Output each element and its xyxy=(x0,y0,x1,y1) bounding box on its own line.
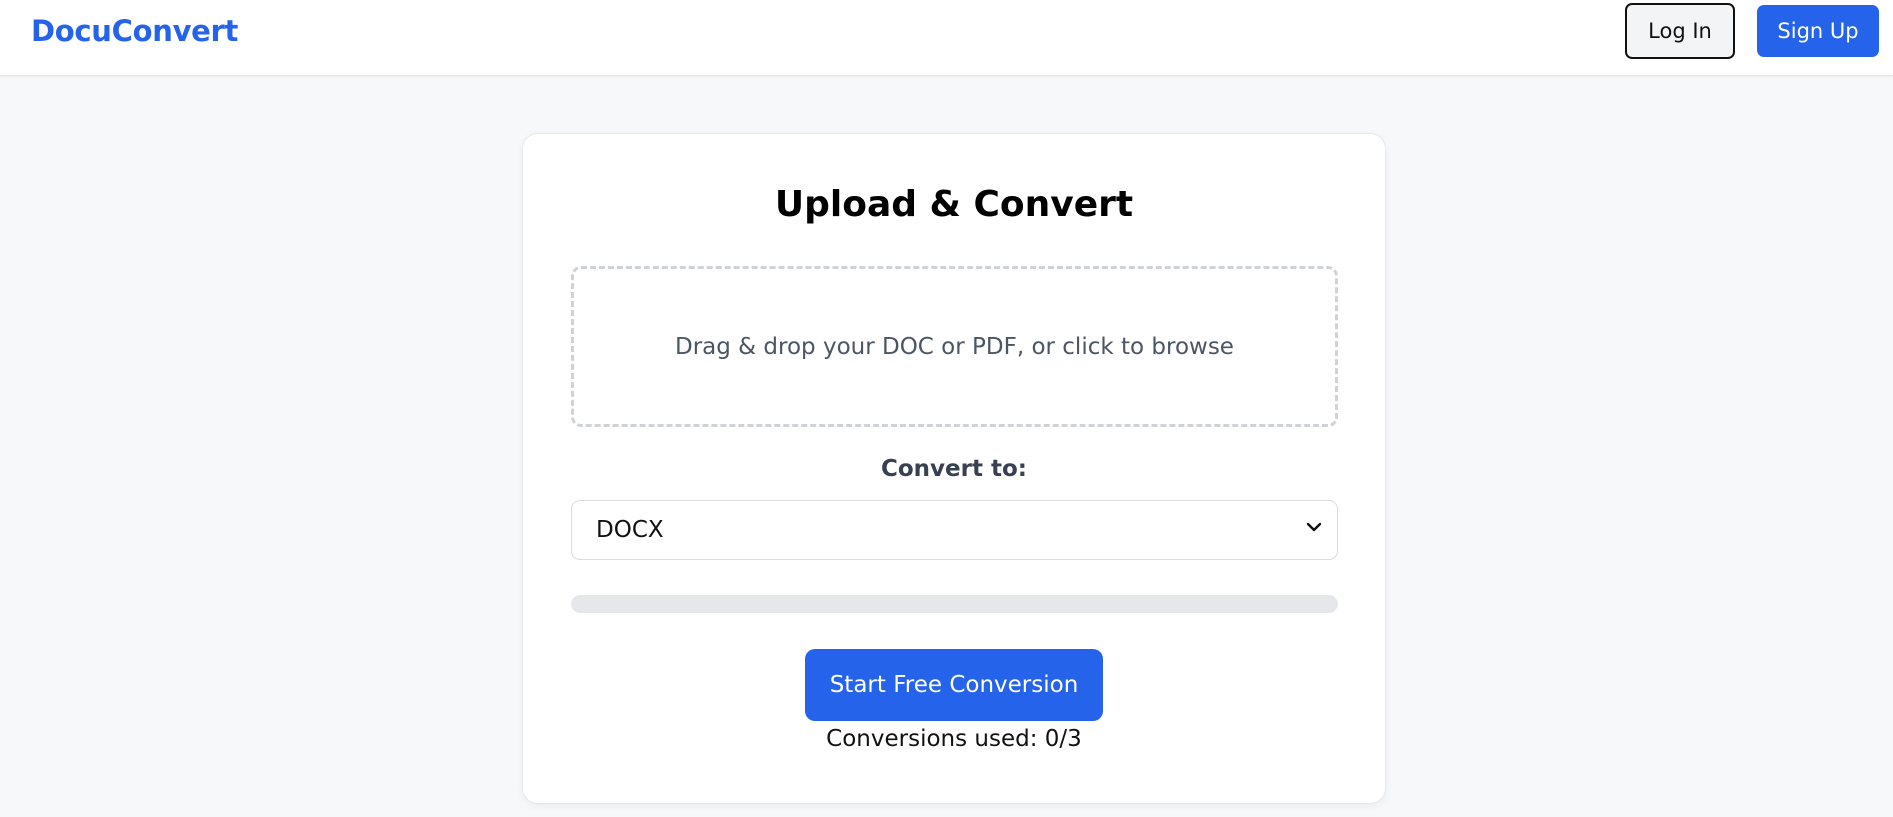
format-select-value: DOCX xyxy=(596,517,664,543)
conversion-usage-text: Conversions used: 0/3 xyxy=(826,726,1082,752)
signup-button[interactable]: Sign Up xyxy=(1757,5,1879,57)
top-navbar: DocuConvert Log In Sign Up xyxy=(0,0,1893,76)
convert-to-label: Convert to: xyxy=(881,456,1027,482)
file-dropzone[interactable]: Drag & drop your DOC or PDF, or click to… xyxy=(571,266,1338,427)
login-button[interactable]: Log In xyxy=(1625,3,1735,59)
upload-card: Upload & Convert Drag & drop your DOC or… xyxy=(522,133,1386,804)
conversion-progress-bar xyxy=(571,595,1338,613)
format-select[interactable]: DOCX xyxy=(571,500,1338,560)
brand-logo[interactable]: DocuConvert xyxy=(31,14,238,48)
page-title: Upload & Convert xyxy=(774,184,1134,225)
chevron-down-icon xyxy=(1306,522,1322,532)
start-conversion-button[interactable]: Start Free Conversion xyxy=(805,649,1103,721)
dropzone-text: Drag & drop your DOC or PDF, or click to… xyxy=(675,333,1234,360)
